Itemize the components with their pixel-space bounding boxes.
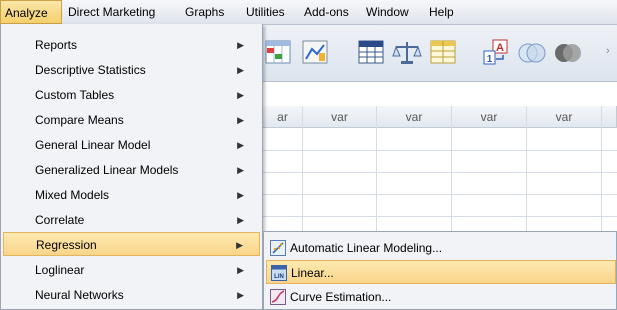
menu-item-regression[interactable]: Regression ▶ (3, 232, 260, 256)
menu-analyze-label: Analyze (5, 6, 48, 20)
menu-direct-marketing[interactable]: Direct Marketing (64, 0, 159, 24)
menu-item-label: General Linear Model (35, 138, 151, 152)
column-header-label: var (480, 110, 498, 124)
submenu-arrow-icon: ▶ (237, 165, 244, 175)
submenu-item-automatic-linear-modeling[interactable]: Automatic Linear Modeling... (266, 236, 616, 260)
menu-help[interactable]: Help (425, 0, 458, 24)
menu-item-reports[interactable]: Reports ▶ (3, 33, 260, 57)
submenu-arrow-icon: ▶ (237, 140, 244, 150)
svg-text:1: 1 (487, 54, 493, 65)
menu-item-neural-networks[interactable]: Neural Networks ▶ (3, 283, 260, 307)
menu-help-label: Help (429, 5, 454, 19)
submenu-item-label: Curve Estimation... (290, 290, 392, 304)
column-header[interactable] (602, 106, 617, 128)
menu-item-label: Descriptive Statistics (35, 63, 146, 77)
menu-item-compare-means[interactable]: Compare Means ▶ (3, 108, 260, 132)
column-header[interactable]: ar (263, 106, 303, 128)
submenu-arrow-icon: ▶ (237, 215, 244, 225)
menu-add-ons[interactable]: Add-ons (300, 0, 353, 24)
submenu-arrow-icon: ▶ (237, 90, 244, 100)
svg-text:A: A (496, 42, 504, 54)
analyze-menu: Reports ▶ Descriptive Statistics ▶ Custom … (0, 24, 263, 310)
column-header[interactable]: var (527, 106, 602, 128)
menu-window[interactable]: Window (362, 0, 413, 24)
menu-item-label: Correlate (35, 213, 85, 227)
menu-item-generalized-linear-models[interactable]: Generalized Linear Models ▶ (3, 158, 260, 182)
data-view-icon[interactable] (356, 37, 386, 67)
menu-bar: Analyze Direct Marketing Graphs Utilitie… (0, 0, 617, 25)
submenu-item-linear[interactable]: LIN Linear... (266, 260, 616, 284)
svg-text:LIN: LIN (274, 274, 284, 280)
menu-item-label: Mixed Models (35, 188, 110, 202)
menu-item-label: Neural Networks (35, 288, 124, 302)
column-header-label: var (405, 110, 423, 124)
menu-window-label: Window (366, 5, 409, 19)
menu-direct-marketing-label: Direct Marketing (68, 5, 156, 19)
submenu-arrow-icon: ▶ (237, 65, 244, 75)
use-variable-sets-icon[interactable] (517, 37, 547, 67)
menu-graphs[interactable]: Graphs (181, 0, 228, 24)
toolbar-overflow-icon[interactable]: › (606, 45, 610, 57)
column-header-label: var (555, 110, 573, 124)
chart-builder-icon[interactable] (300, 37, 330, 67)
menu-item-general-linear-model[interactable]: General Linear Model ▶ (3, 133, 260, 157)
weight-cases-icon[interactable] (392, 37, 422, 67)
value-labels-icon[interactable]: A 1 (481, 37, 511, 67)
menu-item-label: Reports (35, 38, 78, 52)
submenu-arrow-icon: ▶ (237, 40, 244, 50)
regression-submenu: Automatic Linear Modeling... LIN Linear.… (263, 231, 617, 310)
column-header[interactable]: var (452, 106, 527, 128)
menu-item-label: Compare Means (35, 113, 124, 127)
submenu-arrow-icon: ▶ (237, 290, 244, 300)
menu-item-label: Generalized Linear Models (35, 163, 179, 177)
menu-utilities[interactable]: Utilities (242, 0, 289, 24)
submenu-item-label: Linear... (291, 266, 334, 280)
column-header-label: var (331, 110, 348, 124)
select-cases-icon[interactable] (263, 37, 293, 67)
menu-item-label: Loglinear (35, 263, 85, 277)
menu-utilities-label: Utilities (246, 5, 285, 19)
submenu-arrow-icon: ▶ (237, 190, 244, 200)
menu-graphs-label: Graphs (185, 5, 225, 19)
submenu-arrow-icon: ▶ (237, 265, 244, 275)
menu-add-ons-label: Add-ons (304, 5, 349, 19)
column-header[interactable]: var (377, 106, 452, 128)
menu-item-loglinear[interactable]: Loglinear ▶ (3, 258, 260, 282)
submenu-item-curve-estimation[interactable]: Curve Estimation... (266, 285, 616, 309)
split-file-icon[interactable] (428, 37, 458, 67)
show-all-variables-icon[interactable] (553, 37, 583, 67)
linear-regression-icon: LIN (271, 265, 287, 281)
menu-item-correlate[interactable]: Correlate ▶ (3, 208, 260, 232)
submenu-item-label: Automatic Linear Modeling... (290, 241, 443, 255)
menu-item-label: Custom Tables (35, 88, 115, 102)
column-header[interactable]: var (303, 106, 377, 128)
automatic-linear-modeling-icon (270, 240, 286, 256)
menu-item-custom-tables[interactable]: Custom Tables ▶ (3, 83, 260, 107)
menu-item-descriptive-statistics[interactable]: Descriptive Statistics ▶ (3, 58, 260, 82)
menu-analyze[interactable]: Analyze (0, 0, 62, 24)
submenu-arrow-icon: ▶ (237, 115, 244, 125)
menu-item-mixed-models[interactable]: Mixed Models ▶ (3, 183, 260, 207)
curve-estimation-icon (270, 289, 286, 305)
menu-item-label: Regression (36, 238, 97, 252)
submenu-arrow-icon: ▶ (236, 240, 243, 250)
column-header-label: ar (277, 110, 288, 124)
